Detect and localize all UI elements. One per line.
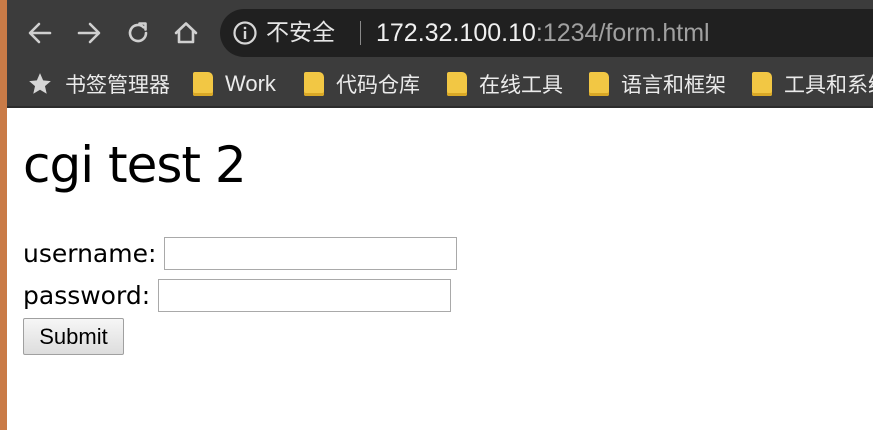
address-bar[interactable]: 不安全 172.32.100.10:1234/form.html <box>220 9 873 57</box>
security-status-text[interactable]: 不安全 <box>266 18 335 48</box>
bookmark-folder-label: 代码仓库 <box>336 73 420 97</box>
url-path: :1234/form.html <box>535 19 710 47</box>
address-separator <box>360 21 361 45</box>
password-row: password: <box>23 279 452 312</box>
bookmark-folder-work[interactable]: Work <box>193 68 276 100</box>
submit-button[interactable]: Submit <box>23 318 124 355</box>
bookmark-folder-label: 在线工具 <box>479 73 563 97</box>
folder-icon <box>447 72 467 96</box>
home-icon <box>174 22 198 44</box>
url-text[interactable]: 172.32.100.10:1234/form.html <box>376 17 710 49</box>
folder-icon <box>193 72 213 96</box>
bookmark-folder-label: 语言和框架 <box>621 73 726 97</box>
home-button[interactable] <box>167 14 205 52</box>
password-label: password: <box>23 281 151 310</box>
bookmark-folder-code-repo[interactable]: 代码仓库 <box>304 68 420 100</box>
arrow-right-icon <box>77 22 101 44</box>
folder-icon <box>304 72 324 96</box>
url-host: 172.32.100.10 <box>376 19 536 47</box>
folder-icon <box>589 72 609 96</box>
bookmark-manager-label: 书签管理器 <box>65 73 170 97</box>
bookmark-manager[interactable]: 书签管理器 <box>27 68 170 100</box>
star-icon <box>29 73 51 94</box>
bookmarks-bar: 书签管理器 Work 代码仓库 在线工具 语言和框架 工具和系统 <box>7 62 873 108</box>
back-button[interactable] <box>21 14 59 52</box>
page-content: cgi test 2 username: password: Submit <box>7 108 873 430</box>
username-row: username: <box>23 237 458 270</box>
bookmark-folder-languages[interactable]: 语言和框架 <box>589 68 726 100</box>
arrow-left-icon <box>28 22 52 44</box>
browser-window: 不安全 172.32.100.10:1234/form.html 书签管理器 W… <box>0 0 873 430</box>
bookmark-folder-label: 工具和系统 <box>784 73 873 97</box>
reload-button[interactable] <box>119 14 157 52</box>
forward-button[interactable] <box>70 14 108 52</box>
password-input[interactable] <box>158 279 452 312</box>
browser-toolbar: 不安全 172.32.100.10:1234/form.html <box>7 0 873 62</box>
bookmark-folder-online-tools[interactable]: 在线工具 <box>447 68 563 100</box>
bookmark-folder-label: Work <box>225 71 276 96</box>
folder-icon <box>752 72 772 96</box>
username-input[interactable] <box>164 237 458 270</box>
username-label: username: <box>23 239 157 268</box>
bookmark-folder-tools-systems[interactable]: 工具和系统 <box>752 68 873 100</box>
page-title: cgi test 2 <box>23 136 247 194</box>
info-circle-icon[interactable] <box>232 20 258 46</box>
background-window-edge <box>0 0 7 430</box>
reload-icon <box>128 22 148 43</box>
